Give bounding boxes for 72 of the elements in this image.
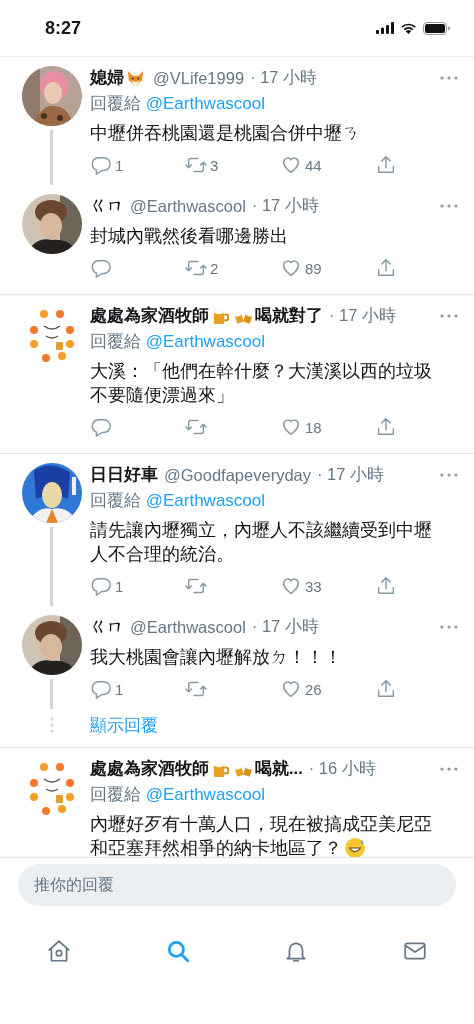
heart-icon xyxy=(280,416,302,438)
like-button[interactable]: 44 xyxy=(280,154,375,176)
share-button[interactable] xyxy=(375,154,397,176)
like-button[interactable]: 89 xyxy=(280,257,375,279)
reply-button[interactable]: 1 xyxy=(90,678,185,700)
retweet-button[interactable]: 3 xyxy=(185,154,280,176)
status-time: 8:27 xyxy=(45,17,82,39)
tweet-time: · 17 小時 xyxy=(251,616,319,637)
share-icon xyxy=(375,154,397,176)
display-name: 處處為家酒牧師 xyxy=(90,758,209,779)
reply-button[interactable]: 1 xyxy=(90,575,185,597)
display-name: ㄍㄇ xyxy=(90,616,124,637)
show-replies-link[interactable]: 顯示回覆 xyxy=(90,713,158,737)
share-button[interactable] xyxy=(375,257,397,279)
tweet-time: · 17 小時 xyxy=(251,195,319,216)
battery-icon xyxy=(423,21,450,35)
heart-icon xyxy=(280,154,302,176)
signal-icon xyxy=(376,22,394,34)
reply-to-label: 回覆給 xyxy=(90,332,141,351)
reply-to-label: 回覆給 xyxy=(90,785,141,804)
reply-to-link[interactable]: @Earthwascool xyxy=(145,94,266,113)
share-icon xyxy=(375,575,397,597)
share-button[interactable] xyxy=(375,416,397,438)
display-name: ㄍㄇ xyxy=(90,195,124,216)
reply-to-label: 回覆給 xyxy=(90,94,141,113)
smiley-icon xyxy=(344,837,366,857)
reply-button[interactable]: 1 xyxy=(90,154,185,176)
tweet-time: · 16 小時 xyxy=(308,758,376,779)
user-handle: @VLife1999 xyxy=(153,68,245,88)
speech-bubble-icon xyxy=(90,257,112,279)
reply-to-link[interactable]: @Earthwascool xyxy=(145,332,266,351)
tweet-text: 我大桃園會讓內壢解放ㄉ！！！ xyxy=(90,647,342,667)
share-icon xyxy=(375,416,397,438)
share-icon xyxy=(375,257,397,279)
display-name: 日日好車 xyxy=(90,464,158,485)
tweet-text: 請先讓內壢獨立，內壢人不該繼續受到中壢人不合理的統治。 xyxy=(90,520,432,564)
user-handle: @Goodfapeveryday xyxy=(164,465,311,485)
reply-to-link[interactable]: @Earthwascool xyxy=(145,785,266,804)
tweet-text: 大溪：「他們在幹什麼？大漢溪以西的垃圾不要隨便漂過來」 xyxy=(90,361,432,405)
heart-icon xyxy=(280,575,302,597)
reply-to-label: 回覆給 xyxy=(90,491,141,510)
tweet-time: · 17 小時 xyxy=(329,305,397,326)
like-button[interactable]: 18 xyxy=(280,416,375,438)
user-handle: @Earthwascool xyxy=(130,196,246,216)
user-handle: @Earthwascool xyxy=(130,617,246,637)
tweet-text: 和亞塞拜然相爭的納卡地區了？ xyxy=(90,837,342,857)
tweet-time: · 17 小時 xyxy=(250,67,318,88)
share-button[interactable] xyxy=(375,678,397,700)
like-button[interactable]: 33 xyxy=(280,575,375,597)
display-name: 處處為家酒牧師 xyxy=(90,305,209,326)
share-icon xyxy=(375,678,397,700)
heart-icon xyxy=(280,678,302,700)
speech-bubble-icon xyxy=(90,416,112,438)
fox-icon xyxy=(126,68,145,88)
share-button[interactable] xyxy=(375,575,397,597)
tweet-text: 中壢併吞桃園還是桃園合併中壢ㄋ xyxy=(90,123,360,143)
wifi-icon xyxy=(400,22,417,34)
speech-bubble-icon xyxy=(90,678,112,700)
speech-bubble-icon xyxy=(90,154,112,176)
reply-to-link[interactable]: @Earthwascool xyxy=(145,491,266,510)
display-name: 媳婦 xyxy=(90,67,124,88)
tweet-time: · 17 小時 xyxy=(317,464,385,485)
reply-field[interactable]: 推你的回覆 xyxy=(18,864,456,906)
like-button[interactable]: 26 xyxy=(280,678,375,700)
heart-icon xyxy=(280,257,302,279)
tweet-text: 內壢好歹有十萬人口，現在被搞成亞美尼亞 xyxy=(90,813,432,836)
display-name: 喝就... xyxy=(255,758,303,779)
display-name: 喝就對了 xyxy=(255,305,323,326)
dots-icon xyxy=(49,717,54,733)
tweet-text: 封城內戰然後看哪邊勝出 xyxy=(90,226,288,246)
speech-bubble-icon xyxy=(90,575,112,597)
retweet-button[interactable]: 2 xyxy=(185,257,280,279)
